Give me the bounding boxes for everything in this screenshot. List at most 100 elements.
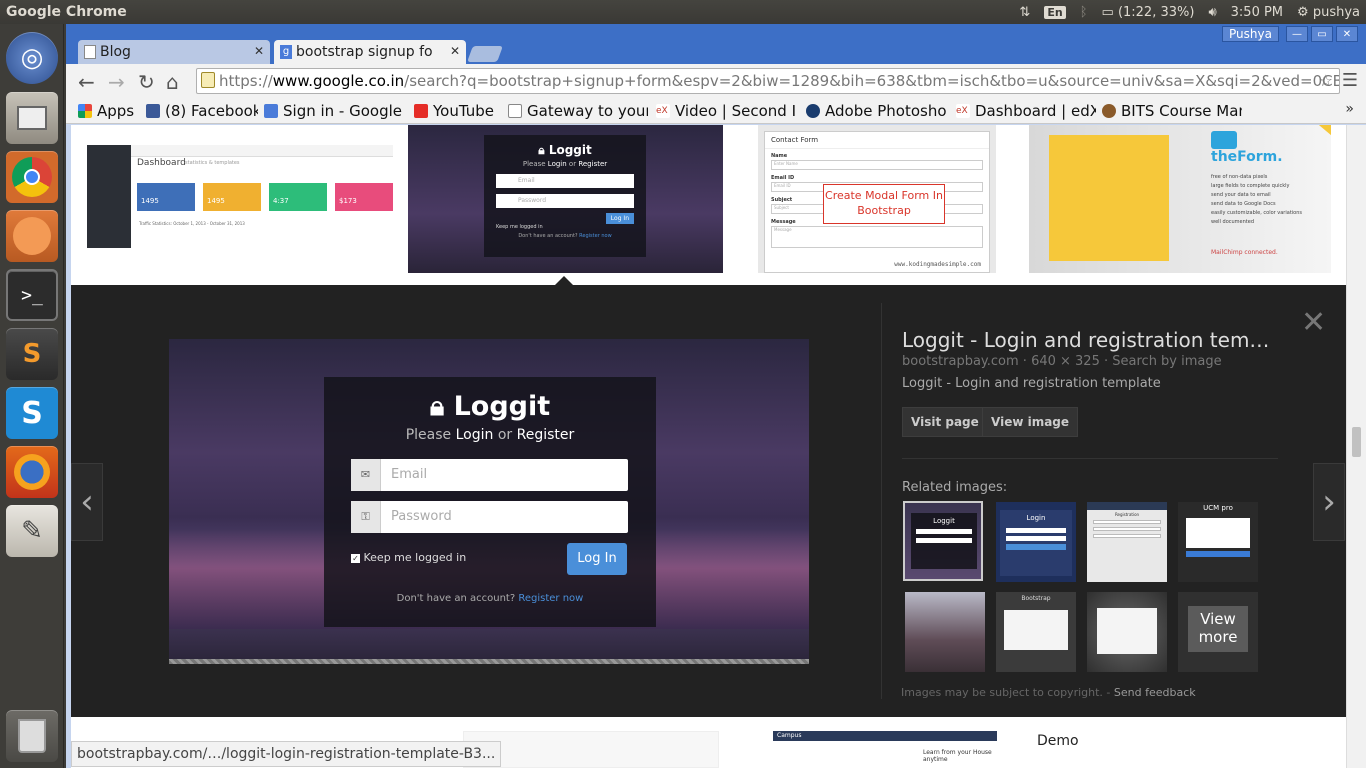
close-tab-icon[interactable]: ✕ xyxy=(254,44,264,58)
scrollbar-thumb[interactable] xyxy=(1352,427,1361,457)
bookmarks-overflow-icon[interactable]: » xyxy=(1345,101,1354,117)
sublime-text-icon[interactable]: S xyxy=(6,328,58,380)
image-source-link[interactable]: bootstrapbay.com xyxy=(902,354,1019,369)
close-window-button[interactable]: ✕ xyxy=(1336,26,1358,42)
bluetooth-icon[interactable]: ᛒ xyxy=(1080,5,1088,20)
related-image-login[interactable]: Login xyxy=(996,502,1076,582)
clementine-icon[interactable] xyxy=(6,210,58,262)
result-image-dashboard[interactable]: Dashboard statistics & templates 1495 14… xyxy=(87,145,393,248)
image-meta: bootstrapbay.com · 640 × 325 · Search by… xyxy=(902,354,1222,369)
thumb-brand-text: Loggit xyxy=(548,143,592,157)
ubuntu-dash-icon[interactable]: ◎ xyxy=(6,32,58,84)
view-more-button[interactable]: View more xyxy=(1178,592,1258,672)
bookmark-bits[interactable]: BITS Course Mana xyxy=(1102,101,1242,121)
result-image-bottom-1[interactable] xyxy=(463,731,719,768)
preview-bottom-stripe xyxy=(169,659,809,664)
clock[interactable]: 3:50 PM xyxy=(1231,5,1283,20)
text-editor-icon[interactable]: ✎ xyxy=(6,505,58,557)
volume-icon[interactable]: 🔊︎ xyxy=(1208,5,1216,20)
close-icon[interactable]: ✕ xyxy=(1301,305,1326,340)
thumb-theform-title: theForm. xyxy=(1211,149,1283,165)
url-scheme: https:// xyxy=(219,72,273,90)
bookmark-facebook[interactable]: (8) Facebook xyxy=(146,101,258,121)
maximize-button[interactable]: ▭ xyxy=(1311,26,1333,42)
related-header xyxy=(1087,502,1167,510)
bookmark-star-icon[interactable]: ☆ xyxy=(1319,71,1333,90)
tab-google-images[interactable]: g bootstrap signup fo ✕ xyxy=(274,40,466,64)
minimize-button[interactable]: — xyxy=(1286,26,1308,42)
related-image-modal[interactable] xyxy=(1087,592,1167,672)
bookmark-edx-dashboard[interactable]: eX Dashboard | edX xyxy=(956,101,1096,121)
chrome-icon[interactable] xyxy=(6,151,58,203)
bookmark-youtube[interactable]: YouTube xyxy=(414,101,500,121)
related-image-bootstrap[interactable]: Bootstrap xyxy=(996,592,1076,672)
thumb-theform-footer: MailChimp connected. xyxy=(1211,249,1278,256)
related-ucm-title: UCM pro xyxy=(1203,504,1233,512)
related-image-registration[interactable]: Registration xyxy=(1087,502,1167,582)
thumb-theform-line: large fields to complete quickly xyxy=(1211,183,1290,189)
preview-image[interactable]: 🔒︎ Loggit Please Login or Register ✉ Ema… xyxy=(169,339,809,664)
related-field xyxy=(916,538,972,543)
preview-brand-text: Loggit xyxy=(453,391,551,422)
terminal-icon[interactable]: >_ xyxy=(6,269,58,321)
search-by-image-link[interactable]: Search by image xyxy=(1112,354,1221,369)
thumb-email-field: Email xyxy=(496,174,634,188)
send-feedback-link[interactable]: Send feedback xyxy=(1114,686,1196,699)
thumb-dashboard-footer: Traffic Statistics: October 1, 2013 - Oc… xyxy=(139,221,245,226)
previous-image-button[interactable]: ‹ xyxy=(71,463,103,541)
thumb-keep-logged: Keep me logged in xyxy=(496,224,543,230)
new-tab-button[interactable] xyxy=(467,46,503,62)
next-image-button[interactable]: › xyxy=(1313,463,1345,541)
bookmark-gateway[interactable]: Gateway to your v xyxy=(508,101,648,121)
related-image-ucm[interactable]: UCM pro xyxy=(1178,502,1258,582)
thumb-dashboard-title: Dashboard xyxy=(137,158,186,168)
bookmark-photoshop[interactable]: Adobe Photoshop xyxy=(806,101,946,121)
result-image-modal-form[interactable]: Contact Form Name Enter Name Email ID Em… xyxy=(758,125,996,273)
battery-indicator[interactable]: ▭ (1:22, 33%) xyxy=(1102,5,1195,20)
image-detail-panel: ‹ › 🔒︎ Loggit Please Login or Register ✉… xyxy=(71,285,1346,717)
session-menu[interactable]: ⚙ pushya xyxy=(1297,5,1360,20)
related-image-city[interactable] xyxy=(905,592,985,672)
tab-blog[interactable]: Blog ✕ xyxy=(78,40,270,64)
keyboard-layout-indicator[interactable]: En xyxy=(1044,5,1066,19)
bookmark-label: (8) Facebook xyxy=(165,102,258,120)
address-bar[interactable]: https:// www.google.co.in /search?q=boot… xyxy=(196,68,1340,94)
reload-icon[interactable]: ↻ xyxy=(138,70,155,94)
image-title[interactable]: Loggit - Login and registration templ… xyxy=(902,328,1278,352)
result-image-campus[interactable]: Campus Learn from your House anytime xyxy=(773,731,997,768)
result-image-theform[interactable]: theForm. free of non-data pixels large f… xyxy=(1029,125,1331,273)
firefox-icon[interactable] xyxy=(6,446,58,498)
thumb-theform-line: send your data to email xyxy=(1211,192,1271,198)
profile-button[interactable]: Pushya xyxy=(1222,26,1279,42)
thumb-campus-title: Campus xyxy=(777,732,802,739)
bookmark-apps[interactable]: Apps xyxy=(78,101,138,121)
indicator-area: ⇅ En ᛒ ▭ (1:22, 33%) 🔊︎ 3:50 PM ⚙ pushya xyxy=(1019,0,1360,24)
skype-icon[interactable]: S xyxy=(6,387,58,439)
bookmark-edx-video[interactable]: eX Video | Second In xyxy=(656,101,796,121)
bookmark-label: Dashboard | edX xyxy=(975,102,1096,120)
chrome-menu-icon[interactable]: ☰ xyxy=(1342,70,1358,91)
trash-icon[interactable] xyxy=(6,710,58,762)
thumb-login-button: Log In xyxy=(605,213,634,224)
view-image-button[interactable]: View image xyxy=(982,407,1079,437)
network-arrows-icon[interactable]: ⇅ xyxy=(1019,5,1030,20)
key-icon: ⚿ xyxy=(351,501,381,533)
bookmark-google-signin[interactable]: Sign in - Google A xyxy=(264,101,406,121)
visit-page-button[interactable]: Visit page xyxy=(902,407,988,437)
preview-keep-logged-text: Keep me logged in xyxy=(363,551,467,564)
thumb-login-row: Keep me logged in Log In xyxy=(496,213,634,230)
home-icon[interactable]: ⌂ xyxy=(166,70,179,94)
thumb-loggit-brand: 🔒︎ Loggit xyxy=(484,143,646,158)
files-icon[interactable] xyxy=(6,92,58,144)
result-image-demo[interactable]: Demo xyxy=(1033,731,1305,768)
edx-icon: eX xyxy=(656,104,670,118)
forward-arrow-icon[interactable]: → xyxy=(108,70,125,94)
browser-toolbar: ← → ↻ ⌂ https:// www.google.co.in /searc… xyxy=(66,64,1366,98)
no-account-text: Don't have an account? xyxy=(518,233,578,239)
thumb-modal-label: Name xyxy=(771,153,788,159)
related-image-loggit[interactable]: Loggit xyxy=(903,501,983,581)
close-tab-icon[interactable]: ✕ xyxy=(450,44,460,58)
result-image-loggit[interactable]: 🔒︎ Loggit Please Login or Register Email… xyxy=(408,125,723,273)
back-arrow-icon[interactable]: ← xyxy=(78,70,95,94)
page-scrollbar[interactable] xyxy=(1346,125,1366,768)
